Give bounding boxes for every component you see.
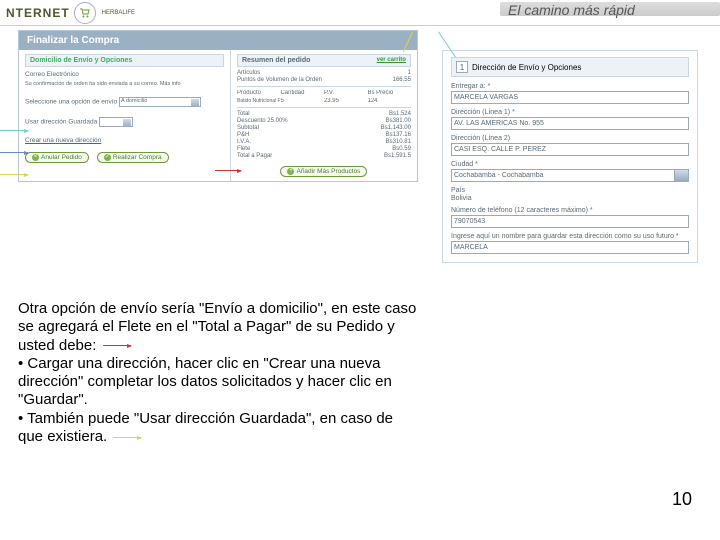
checkout-title: Finalizar la Compra [19,31,417,50]
summary-header: Resumen del pedido ver carrito [237,54,411,67]
addr-line2-label: Dirección (Línea 2) [451,135,689,142]
pointer-arrow [0,174,28,175]
phone-input[interactable] [451,215,689,228]
plus-icon: + [287,168,294,175]
top-banner: NTERNET HERBALIFE El camino más rápid [0,0,720,26]
step-number: 1 [456,61,468,73]
saved-address-row: Usar dirección Guardada [25,117,224,127]
checkout-box: Finalizar la Compra Domicilio de Envío y… [18,30,418,182]
cancel-order-button[interactable]: ×Anular Pedido [25,152,89,163]
address-panel: 1Dirección de Envío y Opciones Entregar … [442,50,698,263]
save-name-label: Ingrese aquí un nombre para guardar esta… [451,233,689,240]
addr-line1-input[interactable] [451,117,689,130]
create-address-link[interactable]: Crear una nueva dirección [25,137,101,144]
tagline: El camino más rápid [504,2,720,18]
place-order-button[interactable]: ✓Realizar Compra [97,152,169,163]
addr-line1-label: Dirección (Línea 1) * [451,109,689,116]
confirm-text: Su confirmación de orden ha sido enviada… [25,81,224,87]
address-step: 1Dirección de Envío y Opciones [451,57,689,77]
cancel-icon: × [32,154,39,161]
pointer-arrow [0,130,28,131]
summary-product-row: Batido Nutricional Fórmula 1 - Fresa 550… [237,98,411,104]
chevron-down-icon[interactable] [675,169,689,182]
inline-arrow-icon [103,345,131,346]
add-products-button[interactable]: +Añadir Más Productos [280,166,367,177]
addr-line2-input[interactable] [451,143,689,156]
deliver-to-input[interactable] [451,91,689,104]
cart-icon [74,2,96,24]
inline-arrow-icon [113,437,141,438]
shipping-select-label: Seleccione una opción de envío [25,99,117,106]
deliver-to-label: Entregar a: * [451,83,689,90]
logo-text: NTERNET [6,6,70,20]
page-number: 10 [672,489,692,510]
saved-address-select[interactable] [99,117,133,127]
pointer-arrow [0,152,28,153]
country-label: País [451,187,689,194]
city-label: Ciudad * [451,161,689,168]
city-select[interactable] [451,169,675,182]
phone-label: Número de teléfono (12 caracteres máximo… [451,207,689,214]
country-value: Bolivia [451,195,689,202]
shipping-select-row: Seleccione una opción de envío A domicil… [25,97,224,107]
pointer-arrow [215,170,241,171]
explanation-text: Otra opción de envío sería "Envío a domi… [18,300,418,446]
email-label: Correo Electrónico [25,71,224,78]
summary-title: Resumen del pedido [242,57,310,64]
shipping-select[interactable]: A domicilio [119,97,201,107]
view-cart-link[interactable]: ver carrito [377,57,406,64]
save-name-input[interactable] [451,241,689,254]
check-icon: ✓ [104,154,111,161]
summary-cols: ProductoCantidadP.V.Bs Precio [237,90,411,96]
logo-subtext: HERBALIFE [102,10,135,16]
step-shipping: Domicilio de Envío y Opciones [25,54,224,67]
saved-address-label: Usar dirección Guardada [25,119,97,126]
